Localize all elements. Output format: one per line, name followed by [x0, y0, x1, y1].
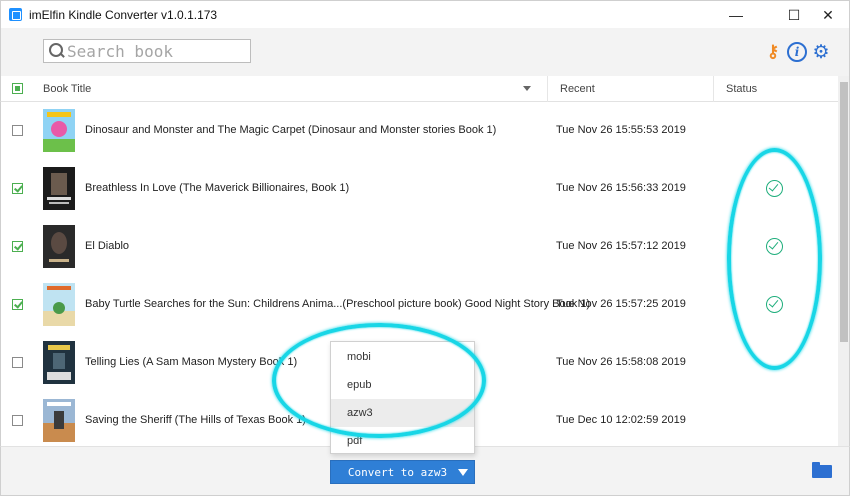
row-checkbox[interactable]: [12, 357, 23, 368]
book-cover-image: [43, 167, 75, 210]
column-header-recent[interactable]: Recent: [560, 83, 595, 95]
row-checkbox[interactable]: [12, 125, 23, 136]
book-title: Breathless In Love (The Maverick Billion…: [85, 182, 350, 194]
table-header: Book Title Recent Status: [0, 76, 850, 102]
book-title: Telling Lies (A Sam Mason Mystery Book 1…: [85, 356, 298, 368]
close-button[interactable]: ✕: [805, 1, 850, 29]
select-all-checkbox[interactable]: [12, 83, 23, 94]
table-row[interactable]: Dinosaur and Monster and The Magic Carpe…: [1, 102, 838, 160]
book-recent-date: Tue Dec 10 12:02:59 2019: [556, 414, 686, 426]
book-title: Dinosaur and Monster and The Magic Carpe…: [85, 124, 497, 136]
table-row[interactable]: Breathless In Love (The Maverick Billion…: [1, 160, 838, 218]
column-divider[interactable]: [547, 76, 548, 102]
column-header-book-title[interactable]: Book Title: [43, 83, 91, 95]
search-box[interactable]: [43, 39, 251, 63]
row-checkbox[interactable]: [12, 415, 23, 426]
converted-check-icon: [766, 296, 783, 313]
app-logo-icon: [9, 8, 22, 21]
sort-arrow-icon[interactable]: [523, 86, 531, 91]
gear-icon[interactable]: ⚙: [811, 42, 831, 63]
format-option-azw3[interactable]: azw3: [331, 399, 474, 427]
format-option-mobi[interactable]: mobi: [331, 343, 474, 371]
book-cover-image: [43, 283, 75, 326]
table-row[interactable]: El Diablo Tue Nov 26 15:57:12 2019: [1, 218, 838, 276]
book-recent-date: Tue Nov 26 15:55:53 2019: [556, 124, 686, 136]
scrollbar-thumb[interactable]: [840, 82, 848, 342]
toolbar: ⚷ i ⚙: [0, 28, 850, 76]
column-header-status[interactable]: Status: [726, 83, 757, 95]
title-bar: imElfin Kindle Converter v1.0.1.173 — ☐ …: [0, 0, 850, 28]
book-cover-image: [43, 399, 75, 442]
folder-icon[interactable]: [812, 462, 832, 478]
book-cover-image: [43, 109, 75, 152]
convert-button-label[interactable]: Convert to azw3: [331, 466, 474, 479]
column-divider[interactable]: [713, 76, 714, 102]
row-checkbox[interactable]: [12, 241, 23, 252]
book-recent-date: Tue Nov 26 15:58:08 2019: [556, 356, 686, 368]
search-input[interactable]: [67, 41, 247, 61]
info-icon[interactable]: i: [787, 42, 807, 62]
table-row[interactable]: Baby Turtle Searches for the Sun: Childr…: [1, 276, 838, 334]
format-option-pdf[interactable]: pdf: [331, 427, 474, 455]
book-title: Baby Turtle Searches for the Sun: Childr…: [85, 298, 591, 310]
converted-check-icon: [766, 180, 783, 197]
format-dropdown-menu: mobi epub azw3 pdf: [330, 341, 475, 454]
search-icon: [47, 42, 65, 60]
book-title: El Diablo: [85, 240, 130, 252]
book-recent-date: Tue Nov 26 15:56:33 2019: [556, 182, 686, 194]
row-checkbox[interactable]: [12, 183, 23, 194]
book-recent-date: Tue Nov 26 15:57:25 2019: [556, 298, 686, 310]
book-cover-image: [43, 225, 75, 268]
book-cover-image: [43, 341, 75, 384]
book-title: Saving the Sheriff (The Hills of Texas B…: [85, 414, 306, 426]
minimize-button[interactable]: —: [713, 1, 759, 29]
row-checkbox[interactable]: [12, 299, 23, 310]
book-recent-date: Tue Nov 26 15:57:12 2019: [556, 240, 686, 252]
window-title: imElfin Kindle Converter v1.0.1.173: [29, 8, 218, 22]
vertical-scrollbar[interactable]: [838, 76, 850, 446]
key-icon[interactable]: ⚷: [763, 42, 783, 62]
convert-button[interactable]: Convert to azw3: [330, 460, 475, 484]
converted-check-icon: [766, 238, 783, 255]
format-option-epub[interactable]: epub: [331, 371, 474, 399]
dropdown-arrow-icon[interactable]: [458, 469, 468, 476]
